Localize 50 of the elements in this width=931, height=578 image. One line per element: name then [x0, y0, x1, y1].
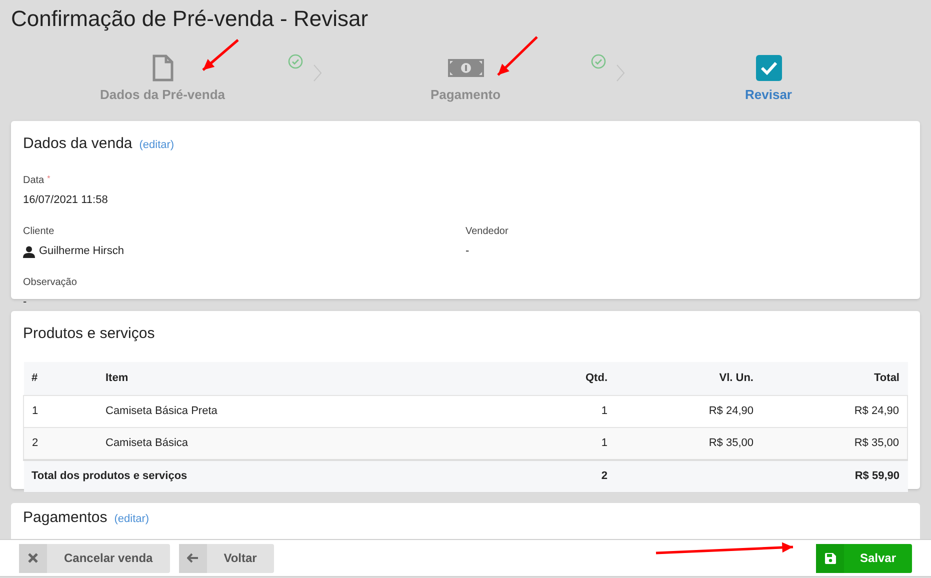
- table-cell: 2: [24, 428, 98, 460]
- column-header: Item: [98, 362, 496, 396]
- total-label: Total dos produtos e serviços: [24, 460, 496, 492]
- field-label: Vendedor: [466, 224, 508, 238]
- close-icon: [28, 553, 38, 563]
- table-cell: 1: [496, 428, 616, 460]
- card-title: Produtos e serviços: [23, 324, 155, 344]
- table-cell: 1: [24, 396, 98, 428]
- chevron-right-icon: [616, 64, 625, 82]
- total-quantity: 2: [496, 460, 616, 492]
- table-cell: Camiseta Básica Preta: [98, 396, 496, 428]
- total-amount: R$ 59,90: [762, 460, 908, 492]
- table-cell: R$ 24,90: [762, 396, 908, 428]
- page-title: Confirmação de Pré-venda - Revisar: [11, 6, 368, 32]
- table-cell: 1: [496, 396, 616, 428]
- required-mark: *: [47, 172, 50, 184]
- field-label: Cliente: [23, 224, 54, 238]
- column-header: Qtd.: [496, 362, 616, 396]
- field-value: 16/07/2021 11:58: [23, 193, 108, 208]
- banknote-icon: [448, 58, 484, 78]
- field-value: Guilherme Hirsch: [39, 244, 124, 260]
- field-label: Observação: [23, 276, 77, 290]
- document-icon: [152, 54, 174, 82]
- annotation-arrow: [497, 36, 538, 76]
- step-label[interactable]: Revisar: [745, 85, 792, 104]
- edit-link[interactable]: (editar): [114, 511, 150, 528]
- table-cell: R$ 35,00: [762, 428, 908, 460]
- chevron-right-icon: [313, 64, 322, 82]
- back-button[interactable]: Voltar: [178, 544, 274, 572]
- card-title: Dados da venda: [23, 134, 132, 154]
- table-cell: Camiseta Básica: [98, 428, 496, 460]
- column-header: Total: [762, 362, 908, 396]
- person-icon: [23, 246, 35, 258]
- table-cell: R$ 24,90: [616, 396, 762, 428]
- field-value: -: [466, 244, 470, 260]
- cancel-button[interactable]: Cancelar venda: [19, 544, 170, 572]
- save-icon: [824, 552, 836, 564]
- field-value: -: [23, 295, 27, 310]
- card-title: Pagamentos: [23, 509, 108, 527]
- edit-link[interactable]: (editar): [139, 137, 174, 154]
- step-label[interactable]: Dados da Pré-venda: [100, 85, 225, 104]
- table-cell: R$ 35,00: [616, 428, 762, 460]
- save-button[interactable]: Salvar: [816, 544, 912, 572]
- annotation-arrow: [202, 39, 239, 71]
- step-label[interactable]: Pagamento: [430, 85, 501, 104]
- checkbox-icon: [756, 55, 782, 81]
- arrow-left-icon: [186, 553, 199, 563]
- column-header: Vl. Un.: [616, 362, 762, 396]
- column-header: #: [24, 362, 98, 396]
- field-label: Data: [23, 174, 44, 188]
